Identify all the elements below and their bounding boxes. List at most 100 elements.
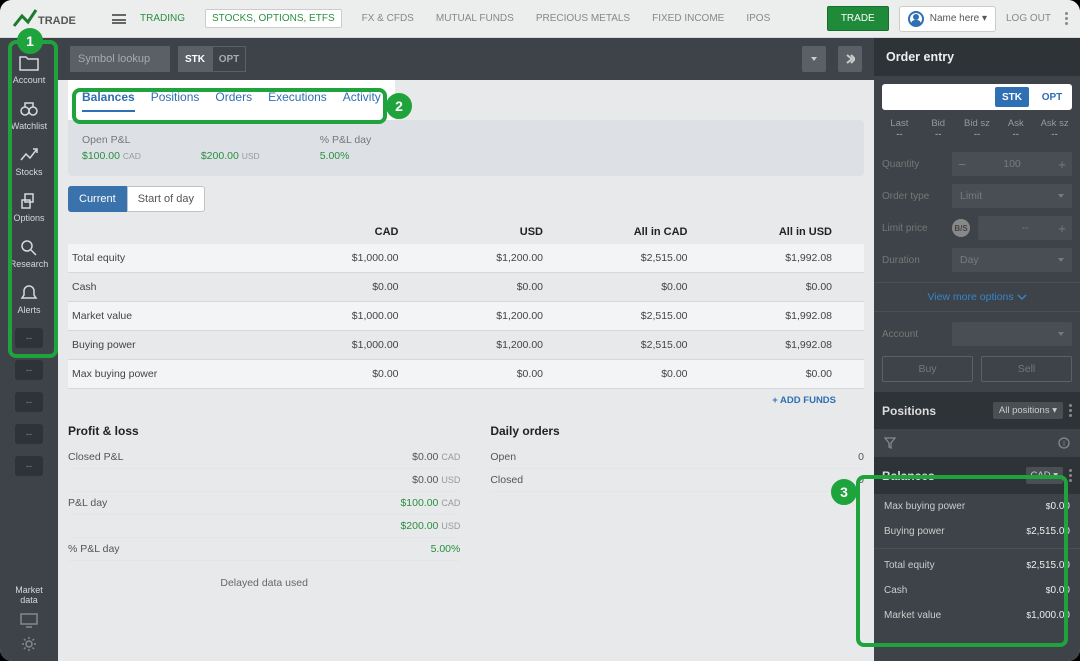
main-column: STK OPT Balances Positions Orders Execut… xyxy=(58,38,874,661)
table-row: Total equity$1,000.00$1,200.00$2,515.00$… xyxy=(68,244,864,273)
oe-stk[interactable]: STK xyxy=(995,87,1029,107)
col-usd: USD xyxy=(427,226,572,238)
sidebar-slot[interactable]: -- xyxy=(15,424,43,444)
pl-title: Profit & loss xyxy=(68,424,460,438)
account-select[interactable] xyxy=(952,322,1072,346)
limit-price-input[interactable]: --+ xyxy=(978,216,1072,240)
balances-table: CAD USD All in CAD All in USD Total equi… xyxy=(68,220,864,389)
user-icon xyxy=(908,11,924,27)
nav-metals[interactable]: PRECIOUS METALS xyxy=(534,9,632,28)
summary-band: Open P&L $100.00 CAD $200.00 USD % P&L d… xyxy=(68,120,864,176)
logout-link[interactable]: LOG OUT xyxy=(1006,13,1051,24)
delayed-data-notice: Delayed data used xyxy=(68,577,460,589)
balances-currency-select[interactable]: CAD ▾ xyxy=(1026,467,1063,484)
tab-activity[interactable]: Activity xyxy=(343,90,381,112)
table-row: Cash$0.00$0.00$0.00$0.00 xyxy=(68,273,864,302)
content-area: Balances Positions Orders Executions Act… xyxy=(58,80,874,661)
summary-pct-value: 5.00% xyxy=(320,150,372,162)
daily-open-label: Open xyxy=(490,451,516,463)
right-panel: Order entry STK OPT Last-- Bid-- Bid sz-… xyxy=(874,38,1080,661)
add-funds-link[interactable]: + ADD FUNDS xyxy=(58,395,836,406)
sidebar-slot[interactable]: -- xyxy=(15,456,43,476)
order-type-select[interactable]: Limit xyxy=(952,184,1072,208)
sidebar-label: Stocks xyxy=(15,167,42,177)
main-nav: TRADING STOCKS, OPTIONS, ETFS FX & CFDS … xyxy=(138,9,772,28)
col-allcad: All in CAD xyxy=(571,226,716,238)
bs-badge-icon: B/S xyxy=(952,219,970,237)
sell-button[interactable]: Sell xyxy=(981,356,1072,382)
toggle-current[interactable]: Current xyxy=(68,186,127,212)
oe-security-toggle: STK OPT xyxy=(882,84,1072,110)
topbar: TRADE TRADING STOCKS, OPTIONS, ETFS FX &… xyxy=(0,0,1080,38)
topbar-right: TRADE Name here ▾ LOG OUT xyxy=(827,6,1068,32)
summary-openpnl-label: Open P&L xyxy=(82,134,141,146)
sidebar-label: Options xyxy=(13,213,44,223)
tab-balances[interactable]: Balances xyxy=(82,90,135,112)
symbol-lookup-input[interactable] xyxy=(70,46,170,72)
balances-panel-header: Balances CAD ▾ xyxy=(874,457,1080,494)
binoculars-icon xyxy=(19,100,39,118)
user-menu[interactable]: Name here ▾ xyxy=(899,6,996,32)
summary-openpnl-value: $100.00 xyxy=(82,150,120,162)
nav-ipos[interactable]: IPOS xyxy=(744,9,772,28)
nav-stocks[interactable]: STOCKS, OPTIONS, ETFS xyxy=(205,9,342,28)
bal-row: Max buying power$0.00 xyxy=(874,494,1080,519)
sidebar-slot[interactable]: -- xyxy=(15,360,43,380)
sidebar-label: Alerts xyxy=(17,305,40,315)
sidebar-slot[interactable]: -- xyxy=(15,328,43,348)
nav-fx[interactable]: FX & CFDS xyxy=(360,9,416,28)
table-row: Market value$1,000.00$1,200.00$2,515.00$… xyxy=(68,302,864,331)
bal-row: Total equity$2,515.00 xyxy=(874,553,1080,578)
sidebar-item-watchlist[interactable]: Watchlist xyxy=(0,92,58,138)
quantity-input[interactable]: −100+ xyxy=(952,152,1072,176)
chart-icon xyxy=(19,146,39,164)
duration-select[interactable]: Day xyxy=(952,248,1072,272)
bal-row: Market value$1,000.00 xyxy=(874,603,1080,628)
lookup-opt-toggle[interactable]: OPT xyxy=(212,46,246,72)
sidebar-slot[interactable]: -- xyxy=(15,392,43,412)
oe-opt[interactable]: OPT xyxy=(1035,87,1069,107)
monitor-icon[interactable] xyxy=(19,611,39,629)
filter-icon[interactable] xyxy=(884,437,896,449)
nav-mutual[interactable]: MUTUAL FUNDS xyxy=(434,9,516,28)
sidebar-item-research[interactable]: Research xyxy=(0,230,58,276)
tab-executions[interactable]: Executions xyxy=(268,90,327,112)
lookup-dropdown[interactable] xyxy=(802,46,826,72)
user-name: Name here ▾ xyxy=(930,13,987,24)
toggle-sod[interactable]: Start of day xyxy=(127,186,205,212)
tab-orders[interactable]: Orders xyxy=(215,90,252,112)
callout-1: 1 xyxy=(17,28,43,54)
view-more-options[interactable]: View more options xyxy=(874,282,1080,312)
info-icon[interactable]: i xyxy=(1058,437,1070,449)
lookup-stk-toggle[interactable]: STK xyxy=(178,46,212,72)
sidebar-item-alerts[interactable]: Alerts xyxy=(0,276,58,322)
order-entry-title: Order entry xyxy=(874,38,1080,76)
kebab-icon[interactable] xyxy=(1065,17,1068,20)
nav-trading[interactable]: TRADING xyxy=(138,9,187,28)
nav-fixed[interactable]: FIXED INCOME xyxy=(650,9,726,28)
bell-icon xyxy=(19,284,39,302)
folder-icon xyxy=(19,54,39,72)
daily-closed-label: Closed xyxy=(490,474,523,486)
symbol-lookup-bar: STK OPT xyxy=(58,38,874,80)
svg-text:i: i xyxy=(1063,439,1065,448)
gear-icon[interactable] xyxy=(19,635,39,653)
bal-row: Buying power$2,515.00 xyxy=(874,519,1080,544)
trade-button[interactable]: TRADE xyxy=(827,6,889,31)
table-row: Buying power$1,000.00$1,200.00$2,515.00$… xyxy=(68,331,864,360)
col-cad: CAD xyxy=(282,226,427,238)
kebab-icon[interactable] xyxy=(1069,409,1072,412)
sidebar-item-stocks[interactable]: Stocks xyxy=(0,138,58,184)
tab-positions[interactable]: Positions xyxy=(151,90,200,112)
positions-filter[interactable]: All positions ▾ xyxy=(993,402,1063,419)
sidebar-item-options[interactable]: Options xyxy=(0,184,58,230)
expand-arrow-icon[interactable] xyxy=(838,46,862,72)
market-data-label: Market data xyxy=(15,585,43,605)
kebab-icon[interactable] xyxy=(1069,474,1072,477)
pl-pct-label: % P&L day xyxy=(68,543,120,555)
menu-icon[interactable] xyxy=(112,14,126,24)
buy-button[interactable]: Buy xyxy=(882,356,973,382)
pl-day-label: P&L day xyxy=(68,497,107,509)
sidebar-label: Research xyxy=(10,259,49,269)
quote-row: Last-- Bid-- Bid sz-- Ask-- Ask sz-- xyxy=(874,118,1080,148)
